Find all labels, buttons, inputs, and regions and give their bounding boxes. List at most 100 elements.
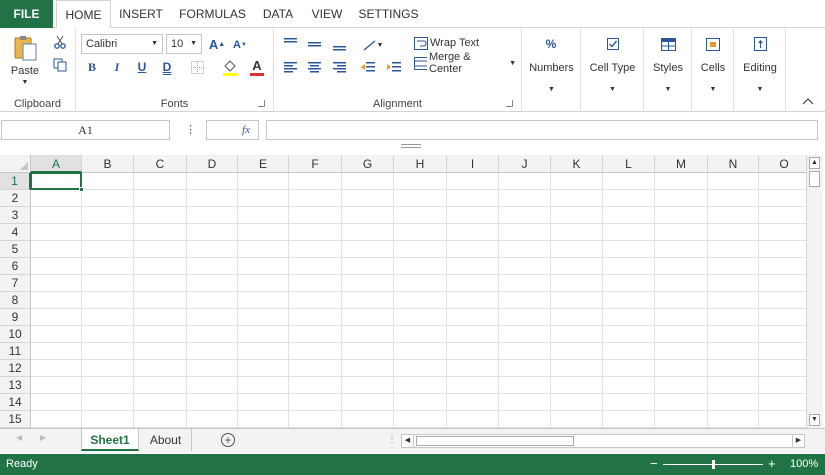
cell-o2[interactable] — [759, 190, 806, 207]
cell-o15[interactable] — [759, 411, 806, 428]
fonts-dialog-launcher-icon[interactable] — [258, 100, 265, 107]
scroll-left-icon[interactable]: ◀ — [402, 435, 414, 447]
cell-b9[interactable] — [82, 309, 134, 326]
cell-l7[interactable] — [603, 275, 655, 292]
align-left-icon[interactable] — [282, 60, 298, 74]
cell-l12[interactable] — [603, 360, 655, 377]
column-header-a[interactable]: A — [31, 155, 82, 173]
select-all-corner[interactable] — [0, 155, 31, 173]
cell-e5[interactable] — [238, 241, 289, 258]
collapse-ribbon-icon[interactable] — [802, 96, 816, 108]
cell-j9[interactable] — [499, 309, 551, 326]
cell-a11[interactable] — [31, 343, 82, 360]
scroll-down-icon[interactable]: ▼ — [809, 414, 820, 426]
cell-n15[interactable] — [708, 411, 759, 428]
cell-l4[interactable] — [603, 224, 655, 241]
cell-type-group[interactable]: Cell Type ▼ — [581, 28, 644, 112]
column-header-k[interactable]: K — [551, 155, 603, 173]
tab-scroll-right-icon[interactable]: ▶ — [40, 433, 46, 442]
cell-j15[interactable] — [499, 411, 551, 428]
decrease-indent-icon[interactable] — [360, 60, 376, 74]
cell-j3[interactable] — [499, 207, 551, 224]
cell-n3[interactable] — [708, 207, 759, 224]
cell-h10[interactable] — [394, 326, 447, 343]
cell-d7[interactable] — [187, 275, 238, 292]
cell-c7[interactable] — [134, 275, 187, 292]
underline-button[interactable]: U — [134, 58, 150, 76]
cell-k11[interactable] — [551, 343, 603, 360]
tab-settings[interactable]: SETTINGS — [355, 0, 422, 28]
cell-m12[interactable] — [655, 360, 708, 377]
cell-a14[interactable] — [31, 394, 82, 411]
increase-font-icon[interactable]: A ▲ — [208, 35, 226, 53]
editing-group[interactable]: Editing ▼ — [734, 28, 786, 112]
cell-o4[interactable] — [759, 224, 806, 241]
cell-d3[interactable] — [187, 207, 238, 224]
cell-c13[interactable] — [134, 377, 187, 394]
cell-m5[interactable] — [655, 241, 708, 258]
cell-b5[interactable] — [82, 241, 134, 258]
cell-h5[interactable] — [394, 241, 447, 258]
cell-e10[interactable] — [238, 326, 289, 343]
cell-a9[interactable] — [31, 309, 82, 326]
cell-l14[interactable] — [603, 394, 655, 411]
column-header-o[interactable]: O — [759, 155, 806, 173]
cell-c11[interactable] — [134, 343, 187, 360]
cell-h1[interactable] — [394, 173, 447, 190]
tab-view[interactable]: VIEW — [305, 0, 349, 28]
cell-m6[interactable] — [655, 258, 708, 275]
cell-o6[interactable] — [759, 258, 806, 275]
cell-o5[interactable] — [759, 241, 806, 258]
cell-g8[interactable] — [342, 292, 394, 309]
cut-icon[interactable] — [52, 34, 68, 50]
tab-data[interactable]: DATA — [257, 0, 299, 28]
cell-n6[interactable] — [708, 258, 759, 275]
cell-e6[interactable] — [238, 258, 289, 275]
row-header-2[interactable]: 2 — [0, 190, 31, 207]
row-header-14[interactable]: 14 — [0, 394, 31, 411]
cell-j2[interactable] — [499, 190, 551, 207]
cell-c3[interactable] — [134, 207, 187, 224]
cell-n11[interactable] — [708, 343, 759, 360]
cell-l8[interactable] — [603, 292, 655, 309]
cell-g14[interactable] — [342, 394, 394, 411]
cell-n13[interactable] — [708, 377, 759, 394]
cell-n14[interactable] — [708, 394, 759, 411]
cell-k8[interactable] — [551, 292, 603, 309]
cell-e11[interactable] — [238, 343, 289, 360]
column-header-d[interactable]: D — [187, 155, 238, 173]
cell-g12[interactable] — [342, 360, 394, 377]
cell-g11[interactable] — [342, 343, 394, 360]
column-header-b[interactable]: B — [82, 155, 134, 173]
cell-d12[interactable] — [187, 360, 238, 377]
cell-h4[interactable] — [394, 224, 447, 241]
cell-n8[interactable] — [708, 292, 759, 309]
cell-a3[interactable] — [31, 207, 82, 224]
merge-center-button[interactable]: Merge & Center ▼ — [414, 51, 516, 75]
cell-o14[interactable] — [759, 394, 806, 411]
zoom-slider[interactable] — [663, 460, 763, 469]
cell-d13[interactable] — [187, 377, 238, 394]
cell-a5[interactable] — [31, 241, 82, 258]
cell-l3[interactable] — [603, 207, 655, 224]
row-header-7[interactable]: 7 — [0, 275, 31, 292]
cell-b2[interactable] — [82, 190, 134, 207]
vertical-scrollbar[interactable]: ▲ ▼ — [806, 155, 823, 428]
cell-b12[interactable] — [82, 360, 134, 377]
cell-e13[interactable] — [238, 377, 289, 394]
align-top-icon[interactable] — [282, 35, 298, 49]
font-size-select[interactable]: 10 ▼ — [166, 34, 202, 54]
cell-k12[interactable] — [551, 360, 603, 377]
cell-n10[interactable] — [708, 326, 759, 343]
cell-k10[interactable] — [551, 326, 603, 343]
cell-o12[interactable] — [759, 360, 806, 377]
cell-f2[interactable] — [289, 190, 342, 207]
cells-group[interactable]: Cells ▼ — [692, 28, 734, 112]
cell-d2[interactable] — [187, 190, 238, 207]
cell-k2[interactable] — [551, 190, 603, 207]
cell-e14[interactable] — [238, 394, 289, 411]
cell-o9[interactable] — [759, 309, 806, 326]
fill-handle[interactable] — [79, 187, 84, 192]
more-options-icon[interactable]: ⋮ — [185, 121, 196, 139]
tab-home[interactable]: HOME — [56, 0, 111, 29]
